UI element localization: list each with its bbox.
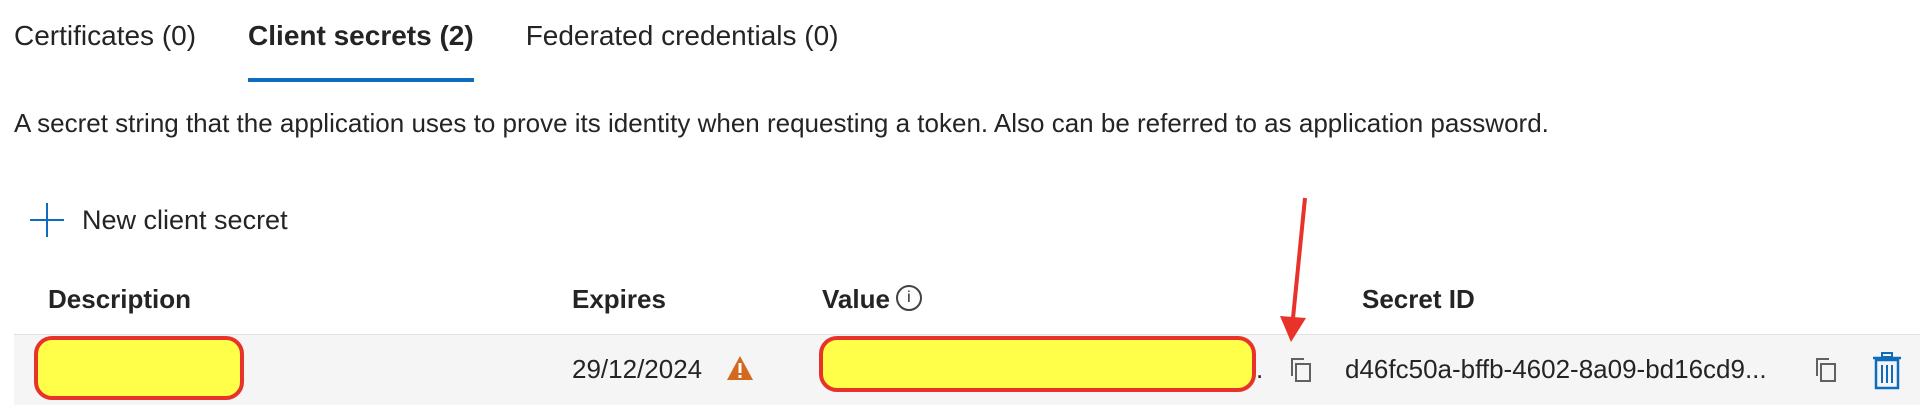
copy-secret-id-icon[interactable] [1812, 356, 1840, 384]
tab-client-secrets[interactable]: Client secrets (2) [248, 20, 474, 82]
section-description: A secret string that the application use… [14, 108, 1549, 138]
warning-icon [727, 356, 753, 380]
tab-list: Certificates (0) Client secrets (2) Fede… [14, 0, 891, 82]
info-icon[interactable]: i [895, 285, 922, 312]
new-client-secret-label: New client secret [82, 204, 288, 235]
copy-value-icon[interactable] [1287, 356, 1315, 384]
column-header-description: Description [48, 284, 192, 314]
secret-id: d46fc50a-bffb-4602-8a09-bd16cd9... [1345, 354, 1767, 384]
plus-icon [30, 203, 64, 237]
column-header-expires: Expires [572, 284, 666, 314]
tab-certificates[interactable]: Certificates (0) [14, 20, 196, 82]
value-truncation: . [1256, 354, 1264, 384]
value-header-label: Value [822, 284, 890, 314]
column-header-value: Value i [822, 284, 922, 315]
new-client-secret-button[interactable]: New client secret [30, 203, 288, 237]
tab-federated-credentials[interactable]: Federated credentials (0) [526, 20, 839, 82]
delete-icon[interactable] [1870, 352, 1904, 390]
redacted-secret-value [819, 336, 1256, 392]
redacted-description [34, 336, 244, 400]
column-header-secret-id: Secret ID [1362, 284, 1475, 314]
expires-date: 29/12/2024 [572, 354, 703, 384]
